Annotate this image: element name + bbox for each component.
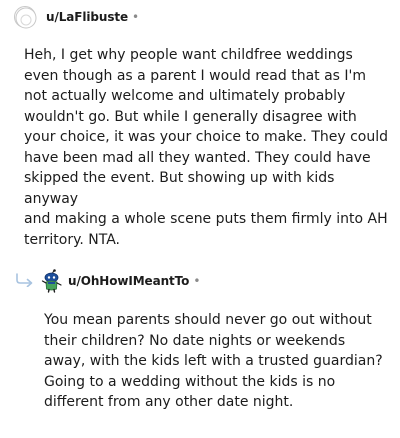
comment-text-line: your choice, it was your choice to make.… (24, 129, 389, 145)
comment-text-line: Going to a wedding without the kids is n… (44, 373, 336, 390)
separator-dot: • (132, 10, 140, 24)
snoo-avatar-icon[interactable] (40, 269, 64, 293)
comment-text-line: You mean parents should never go out wit… (44, 312, 372, 328)
comment-body: Heh, I get why people want childfree wed… (24, 45, 392, 250)
comment-header: u/OhHowIMeantTo • (40, 269, 200, 293)
comment-text-line: wouldn't go. But while I generally disag… (24, 108, 357, 125)
comment-text-line: their children? No date nights or weeken… (44, 332, 346, 349)
comment-text-line: and making a whole scene puts them firml… (24, 211, 388, 227)
username[interactable]: u/OhHowIMeantTo (68, 274, 189, 288)
comment-text-line: territory. NTA. (24, 231, 120, 248)
comment-thread: u/LaFlibuste • Heh, I get why people wan… (0, 0, 400, 438)
separator-dot: • (193, 274, 201, 288)
username[interactable]: u/LaFlibuste (46, 10, 128, 24)
avatar-outline-icon[interactable] (14, 6, 37, 29)
reply-arrow-icon (16, 273, 33, 287)
comment-text-line: even though as a parent I would read tha… (24, 67, 367, 84)
comment-text-line: away, with the kids left with a trusted … (44, 353, 383, 369)
comment-text-line: Heh, I get why people want childfree wed… (24, 47, 353, 63)
comment-header: u/LaFlibuste • (14, 6, 140, 29)
comment-body: You mean parents should never go out wit… (44, 310, 384, 413)
comment-text-line: skipped the event. But showing up with k… (24, 170, 335, 207)
comment-text-line: different from any other date night. (44, 394, 294, 410)
comment-text-line: not actually welcome and ultimately prob… (24, 88, 346, 104)
comment-text-line: have been mad all they wanted. They coul… (24, 149, 371, 166)
